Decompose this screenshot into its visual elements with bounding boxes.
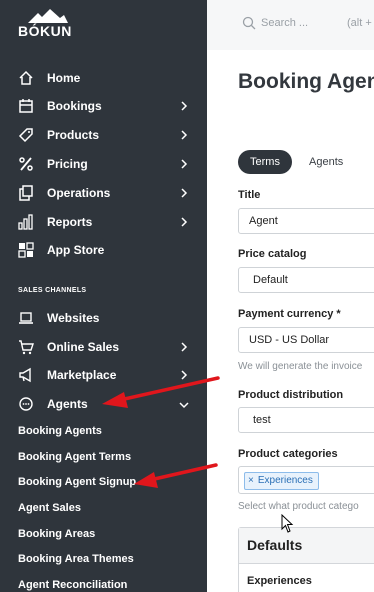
chevron-right-icon — [181, 188, 188, 198]
sidebar-item-label: Home — [47, 71, 81, 85]
main-content: Booking Agent Terms Agents Title Agent P… — [207, 50, 374, 592]
home-icon — [19, 70, 33, 85]
top-bar: Search ... (alt + — [207, 0, 374, 50]
calendar-icon — [19, 99, 33, 113]
laptop-icon — [19, 312, 33, 324]
product-distribution-label: Product distribution — [238, 389, 344, 401]
cart-icon — [19, 340, 34, 355]
sidebar-subitem-booking-agent-terms[interactable]: Booking Agent Terms — [18, 451, 131, 463]
tag-icon — [18, 128, 33, 143]
sidebar-item-label: Online Sales — [47, 340, 120, 354]
payment-currency-label: Payment currency * — [238, 308, 341, 320]
payment-currency-value: USD - US Dollar — [249, 334, 330, 346]
sidebar-item-label: Marketplace — [47, 368, 117, 382]
product-distribution-value: test — [253, 414, 271, 426]
chevron-right-icon — [181, 217, 188, 227]
chevron-down-icon — [179, 402, 189, 409]
tab-agents[interactable]: Agents — [297, 150, 355, 174]
sidebar: BÓKUN Home Bookings Products Pricing Ope… — [0, 0, 207, 592]
sidebar-item-home[interactable]: Home — [0, 64, 207, 92]
bokun-logo[interactable]: BÓKUN — [18, 9, 78, 39]
sidebar-item-label: Bookings — [47, 99, 102, 113]
section-title-sales-channels: SALES CHANNELS — [18, 287, 87, 294]
currency-help-text: We will generate the invoice — [238, 361, 363, 372]
tab-terms[interactable]: Terms — [238, 150, 292, 174]
sidebar-subitem-booking-areas[interactable]: Booking Areas — [18, 528, 95, 540]
tag-remove-icon[interactable]: × — [248, 475, 254, 486]
sidebar-item-app-store[interactable]: App Store — [0, 236, 207, 264]
sidebar-subitem-agent-reconciliation[interactable]: Agent Reconciliation — [18, 579, 127, 591]
category-tag-label: Experiences — [257, 475, 313, 486]
search-shortcut-hint: (alt + — [347, 17, 372, 29]
defaults-panel: Defaults Experiences — [238, 527, 374, 592]
price-catalog-value: Default — [253, 274, 288, 286]
sidebar-item-products[interactable]: Products — [0, 121, 207, 149]
sidebar-item-label: Agents — [47, 397, 88, 411]
chevron-right-icon — [181, 159, 188, 169]
bar-chart-icon — [18, 214, 33, 230]
chat-icon — [19, 397, 33, 411]
mountain-logo-icon — [28, 9, 68, 23]
sidebar-subitem-booking-area-themes[interactable]: Booking Area Themes — [18, 553, 134, 565]
sidebar-item-marketplace[interactable]: Marketplace — [0, 361, 207, 389]
chevron-right-icon — [181, 370, 188, 380]
sidebar-item-label: Reports — [47, 215, 93, 229]
sidebar-item-online-sales[interactable]: Online Sales — [0, 333, 207, 361]
sidebar-item-websites[interactable]: Websites — [0, 304, 207, 332]
payment-currency-select[interactable]: USD - US Dollar — [238, 327, 374, 353]
product-distribution-select[interactable]: test — [238, 407, 374, 433]
defaults-panel-header: Defaults — [239, 528, 374, 564]
sidebar-subitem-agent-sales[interactable]: Agent Sales — [18, 502, 81, 514]
chevron-right-icon — [181, 342, 188, 352]
sidebar-item-operations[interactable]: Operations — [0, 179, 207, 207]
sidebar-item-reports[interactable]: Reports — [0, 208, 207, 236]
defaults-panel-title: Defaults — [247, 537, 303, 553]
sidebar-item-label: Pricing — [47, 157, 88, 171]
price-catalog-select[interactable]: Default — [238, 267, 374, 293]
search-icon — [242, 16, 256, 30]
sidebar-item-label: Products — [47, 128, 100, 142]
sidebar-subitem-booking-agent-signup[interactable]: Booking Agent Signup — [18, 476, 136, 488]
brand-name: BÓKUN — [18, 23, 72, 39]
sidebar-item-label: Operations — [47, 186, 111, 200]
product-categories-label: Product categories — [238, 448, 338, 460]
sidebar-item-bookings[interactable]: Bookings — [0, 92, 207, 120]
sidebar-item-label: App Store — [47, 243, 105, 257]
price-catalog-label: Price catalog — [238, 248, 307, 260]
chevron-right-icon — [181, 130, 188, 140]
sidebar-item-label: Websites — [47, 311, 100, 325]
product-categories-input[interactable]: × Experiences — [238, 466, 374, 494]
chevron-right-icon — [181, 101, 188, 111]
experiences-subheading: Experiences — [247, 575, 312, 587]
title-value: Agent — [249, 215, 278, 227]
title-field[interactable]: Agent — [238, 208, 374, 234]
sidebar-item-agents[interactable]: Agents — [0, 390, 207, 418]
sidebar-item-pricing[interactable]: Pricing — [0, 150, 207, 178]
title-label: Title — [238, 189, 261, 201]
app-grid-icon — [18, 242, 34, 258]
mouse-cursor-icon — [281, 514, 294, 533]
search-input[interactable]: Search ... — [261, 17, 308, 29]
categories-help-text: Select what product catego — [238, 501, 359, 512]
sidebar-subitem-booking-agents[interactable]: Booking Agents — [18, 425, 102, 437]
page-title: Booking Agent — [238, 70, 374, 93]
megaphone-icon — [19, 367, 31, 383]
copy-icon — [19, 185, 33, 201]
category-tag-experiences[interactable]: × Experiences — [244, 472, 319, 490]
percent-icon — [19, 157, 33, 171]
